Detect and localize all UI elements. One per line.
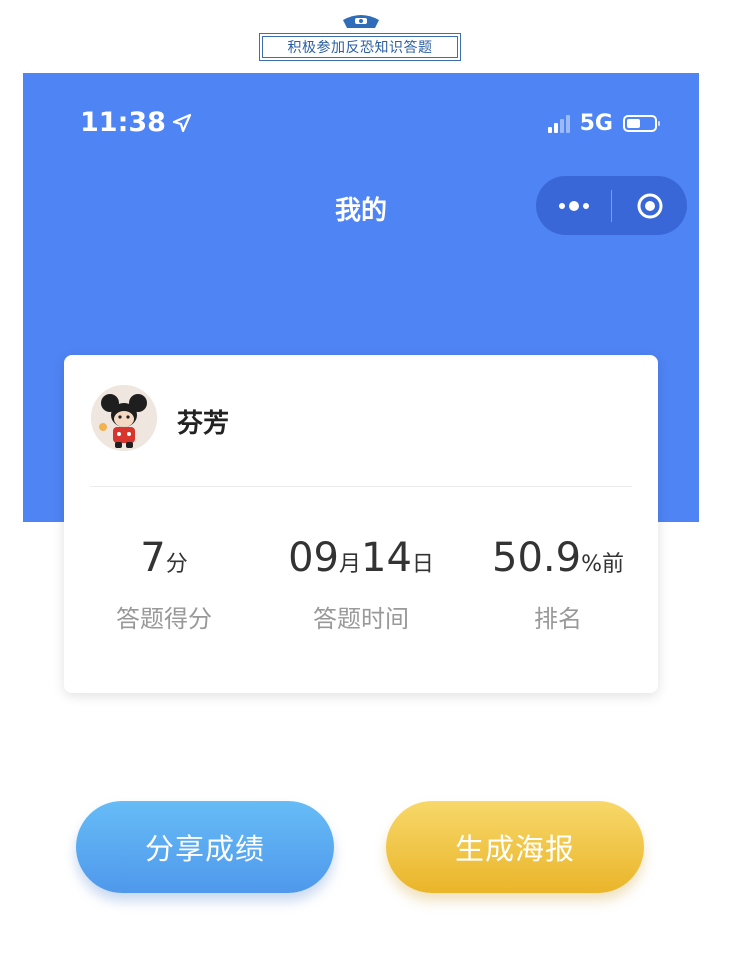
close-button[interactable] <box>612 176 687 235</box>
hat-icon <box>343 15 379 28</box>
generate-poster-button[interactable]: 生成海报 <box>386 801 644 893</box>
stat-score: 7分 答题得分 <box>64 535 264 634</box>
stat-rank-value: 50.9%前 <box>492 535 624 581</box>
network-type: 5G <box>579 111 613 136</box>
username: 芬芳 <box>177 409 230 439</box>
stat-score-label: 答题得分 <box>116 605 212 633</box>
battery-icon <box>623 115 660 132</box>
divider <box>90 486 632 487</box>
target-close-icon <box>637 193 662 218</box>
stat-time-label: 答题时间 <box>313 605 409 633</box>
stat-score-value: 7分 <box>140 535 188 581</box>
signal-icon <box>547 114 570 133</box>
mini-program-capsule <box>536 176 687 235</box>
stat-time-value: 09月14日 <box>288 535 434 581</box>
stat-rank-label: 排名 <box>534 605 582 633</box>
page: 积极参加反恐知识答题 11:38 5G 我的 芬芳 7分 答题得分 09月14日… <box>0 0 731 976</box>
status-time-group: 11:38 <box>80 107 192 138</box>
more-button[interactable] <box>536 176 611 235</box>
caption-banner: 积极参加反恐知识答题 <box>0 0 731 70</box>
status-time: 11:38 <box>80 107 166 138</box>
location-arrow-icon <box>172 113 192 132</box>
caption-box: 积极参加反恐知识答题 <box>259 33 461 61</box>
share-score-button[interactable]: 分享成绩 <box>76 801 334 893</box>
profile-card: 芬芳 7分 答题得分 09月14日 答题时间 50.9%前 排名 <box>64 355 658 693</box>
mickey-avatar-icon <box>91 385 157 451</box>
stat-rank: 50.9%前 排名 <box>458 535 658 634</box>
stat-time: 09月14日 答题时间 <box>261 535 461 634</box>
status-indicators: 5G <box>547 111 660 136</box>
avatar[interactable] <box>91 385 157 451</box>
caption-text: 积极参加反恐知识答题 <box>262 36 458 58</box>
